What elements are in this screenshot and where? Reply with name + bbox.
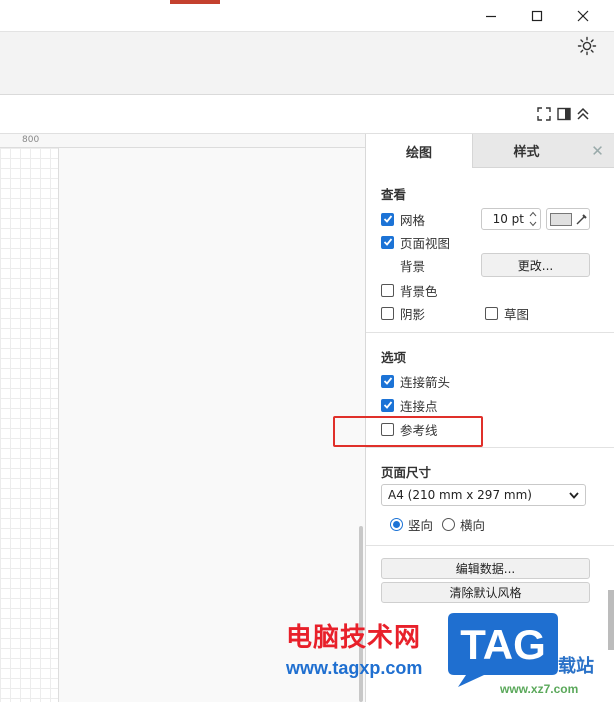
landscape-label: 横向 bbox=[460, 517, 486, 533]
main-toolbar bbox=[0, 32, 614, 95]
watermark-site-url: www.tagxp.com bbox=[286, 658, 423, 678]
watermark-side-url: www.xz7.com bbox=[500, 682, 579, 696]
chevron-up-icon[interactable] bbox=[529, 211, 537, 217]
connect-arrows-option[interactable]: 连接箭头 bbox=[381, 372, 450, 390]
panel-tabs: 绘图 样式 ✕ bbox=[366, 134, 614, 168]
background-label: 背景 bbox=[400, 258, 426, 274]
eyedropper-icon[interactable] bbox=[575, 212, 589, 226]
portrait-radio[interactable] bbox=[390, 517, 403, 531]
check-icon bbox=[383, 401, 392, 409]
clear-default-style-button[interactable]: 清除默认风格 bbox=[381, 582, 590, 603]
canvas-grid bbox=[0, 148, 58, 702]
guides-highlight-box bbox=[333, 416, 483, 447]
close-window-button[interactable] bbox=[560, 2, 606, 30]
fullscreen-icon[interactable] bbox=[536, 106, 552, 122]
view-section-title: 查看 bbox=[381, 187, 407, 202]
grid-size-stepper[interactable]: 10 pt bbox=[481, 208, 541, 230]
connection-points-option[interactable]: 连接点 bbox=[381, 396, 438, 414]
tag-logo: TAG bbox=[448, 613, 558, 687]
shadow-checkbox[interactable] bbox=[381, 306, 394, 320]
background-color-option[interactable]: 背景色 bbox=[381, 281, 438, 299]
portrait-option[interactable]: 竖向 bbox=[390, 515, 433, 533]
secondary-toolbar bbox=[0, 96, 614, 134]
watermark-side-text: 载站 bbox=[558, 656, 594, 677]
check-icon bbox=[383, 377, 392, 385]
sketch-checkbox[interactable] bbox=[485, 306, 498, 320]
page-size-section-title: 页面尺寸 bbox=[381, 465, 432, 480]
format-panel-toggle-icon[interactable] bbox=[556, 106, 572, 122]
grid-color-picker[interactable] bbox=[546, 208, 590, 230]
panel-scrollbar[interactable] bbox=[608, 590, 614, 650]
tab-draw[interactable]: 绘图 bbox=[366, 134, 472, 168]
section-divider bbox=[366, 447, 614, 448]
change-background-button[interactable]: 更改... bbox=[481, 253, 590, 277]
portrait-label: 竖向 bbox=[408, 517, 434, 533]
grid-label: 网格 bbox=[400, 212, 426, 228]
title-bar bbox=[0, 0, 614, 32]
sketch-label: 草图 bbox=[504, 306, 530, 322]
background-color-label: 背景色 bbox=[400, 283, 438, 299]
section-divider bbox=[366, 332, 614, 333]
minimize-icon bbox=[486, 15, 496, 18]
check-icon bbox=[383, 215, 392, 223]
shadow-label: 阴影 bbox=[400, 306, 426, 322]
grid-option[interactable]: 网格 bbox=[381, 210, 425, 228]
watermark-site-name: 电脑技术网 bbox=[286, 623, 422, 653]
page-size-value: A4 (210 mm x 297 mm) bbox=[388, 488, 532, 502]
shadow-option[interactable]: 阴影 bbox=[381, 304, 425, 322]
landscape-radio[interactable] bbox=[442, 517, 455, 531]
page-view-option[interactable]: 页面视图 bbox=[381, 233, 450, 251]
maximize-icon bbox=[531, 10, 543, 22]
page-view-checkbox[interactable] bbox=[381, 235, 394, 249]
connect-arrows-checkbox[interactable] bbox=[381, 374, 394, 388]
maximize-button[interactable] bbox=[514, 2, 560, 30]
check-icon bbox=[383, 238, 392, 246]
tab-style[interactable]: 样式 bbox=[472, 134, 580, 168]
theme-sun-icon[interactable] bbox=[577, 36, 597, 56]
background-color-checkbox[interactable] bbox=[381, 283, 394, 297]
close-icon bbox=[577, 10, 589, 22]
minimize-button[interactable] bbox=[468, 2, 514, 30]
sketch-option[interactable]: 草图 bbox=[485, 304, 529, 322]
connection-points-label: 连接点 bbox=[400, 398, 438, 414]
options-section-title: 选项 bbox=[381, 350, 407, 365]
section-divider bbox=[366, 545, 614, 546]
page-view-label: 页面视图 bbox=[400, 235, 451, 251]
grid-size-value: 10 pt bbox=[492, 212, 524, 226]
active-window-accent bbox=[170, 0, 220, 4]
grid-checkbox[interactable] bbox=[381, 212, 394, 226]
grid-color-swatch[interactable] bbox=[550, 213, 572, 226]
connect-arrows-label: 连接箭头 bbox=[400, 374, 451, 390]
horizontal-ruler: 800 bbox=[0, 134, 365, 148]
edit-data-button[interactable]: 编辑数据... bbox=[381, 558, 590, 579]
close-panel-icon[interactable]: ✕ bbox=[580, 134, 614, 168]
ruler-label: 800 bbox=[22, 135, 40, 145]
collapse-up-icon[interactable] bbox=[575, 106, 591, 122]
landscape-option[interactable]: 横向 bbox=[442, 515, 485, 533]
stepper-arrows[interactable] bbox=[528, 211, 538, 227]
chevron-down-icon[interactable] bbox=[529, 221, 537, 227]
chevron-down-icon bbox=[569, 492, 579, 499]
connection-points-checkbox[interactable] bbox=[381, 398, 394, 412]
page-size-select[interactable]: A4 (210 mm x 297 mm) bbox=[381, 484, 586, 506]
tag-logo-text: TAG bbox=[460, 621, 546, 668]
